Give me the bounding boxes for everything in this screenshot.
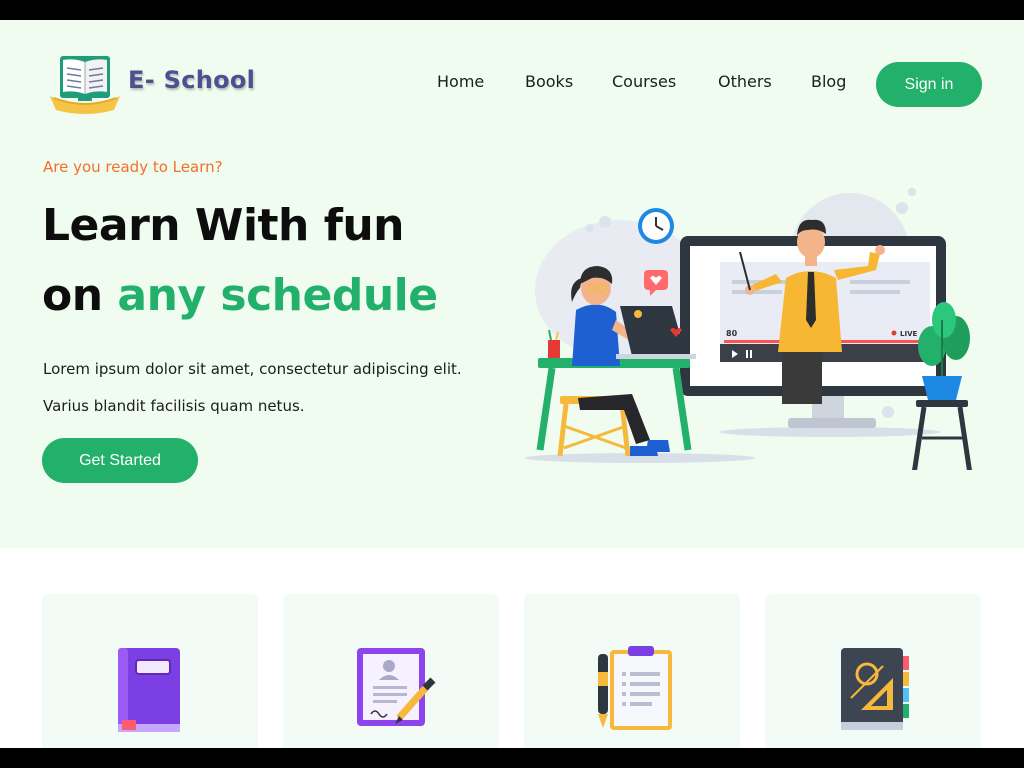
headline-accent: any schedule	[117, 270, 438, 321]
feature-card-certificate[interactable]	[283, 594, 499, 748]
book-icon	[118, 648, 180, 732]
online-learning-illustration: 80 LIVE	[525, 188, 972, 470]
hero-eyebrow: Are you ready to Learn?	[43, 158, 223, 176]
hero-paragraph-line1: Lorem ipsum dolor sit amet, consectetur …	[43, 360, 462, 378]
feature-card-others[interactable]	[765, 594, 981, 748]
page-frame: E- School Home Books Courses Others Blog…	[0, 20, 1024, 748]
nav-item-others[interactable]: Others	[718, 72, 772, 91]
certificate-icon	[357, 648, 436, 726]
viewer-count: 80	[726, 329, 738, 338]
open-book-logo-icon	[50, 56, 120, 114]
sign-in-button[interactable]: Sign in	[876, 62, 982, 107]
hero-paragraph-line2: Varius blandit facilisis quam netus.	[43, 397, 305, 415]
brand-logo[interactable]: E- School	[48, 52, 268, 116]
nav-item-home[interactable]: Home	[437, 72, 484, 91]
headline-prefix: on	[42, 270, 118, 321]
clipboard-icon	[598, 646, 672, 730]
hero-headline-line2: on any schedule	[42, 270, 438, 321]
notebook-icon	[841, 648, 909, 730]
get-started-button[interactable]: Get Started	[42, 438, 198, 483]
hero-section: E- School Home Books Courses Others Blog…	[0, 20, 1024, 548]
nav-item-books[interactable]: Books	[525, 72, 573, 91]
feature-card-books[interactable]	[42, 594, 258, 748]
hero-headline-line1: Learn With fun	[42, 200, 405, 251]
live-label: LIVE	[900, 330, 917, 338]
brand-name: E- School	[128, 66, 256, 94]
feature-card-courses[interactable]	[524, 594, 740, 748]
nav-item-courses[interactable]: Courses	[612, 72, 676, 91]
nav-item-blog[interactable]: Blog	[811, 72, 846, 91]
clock-icon	[638, 208, 674, 244]
